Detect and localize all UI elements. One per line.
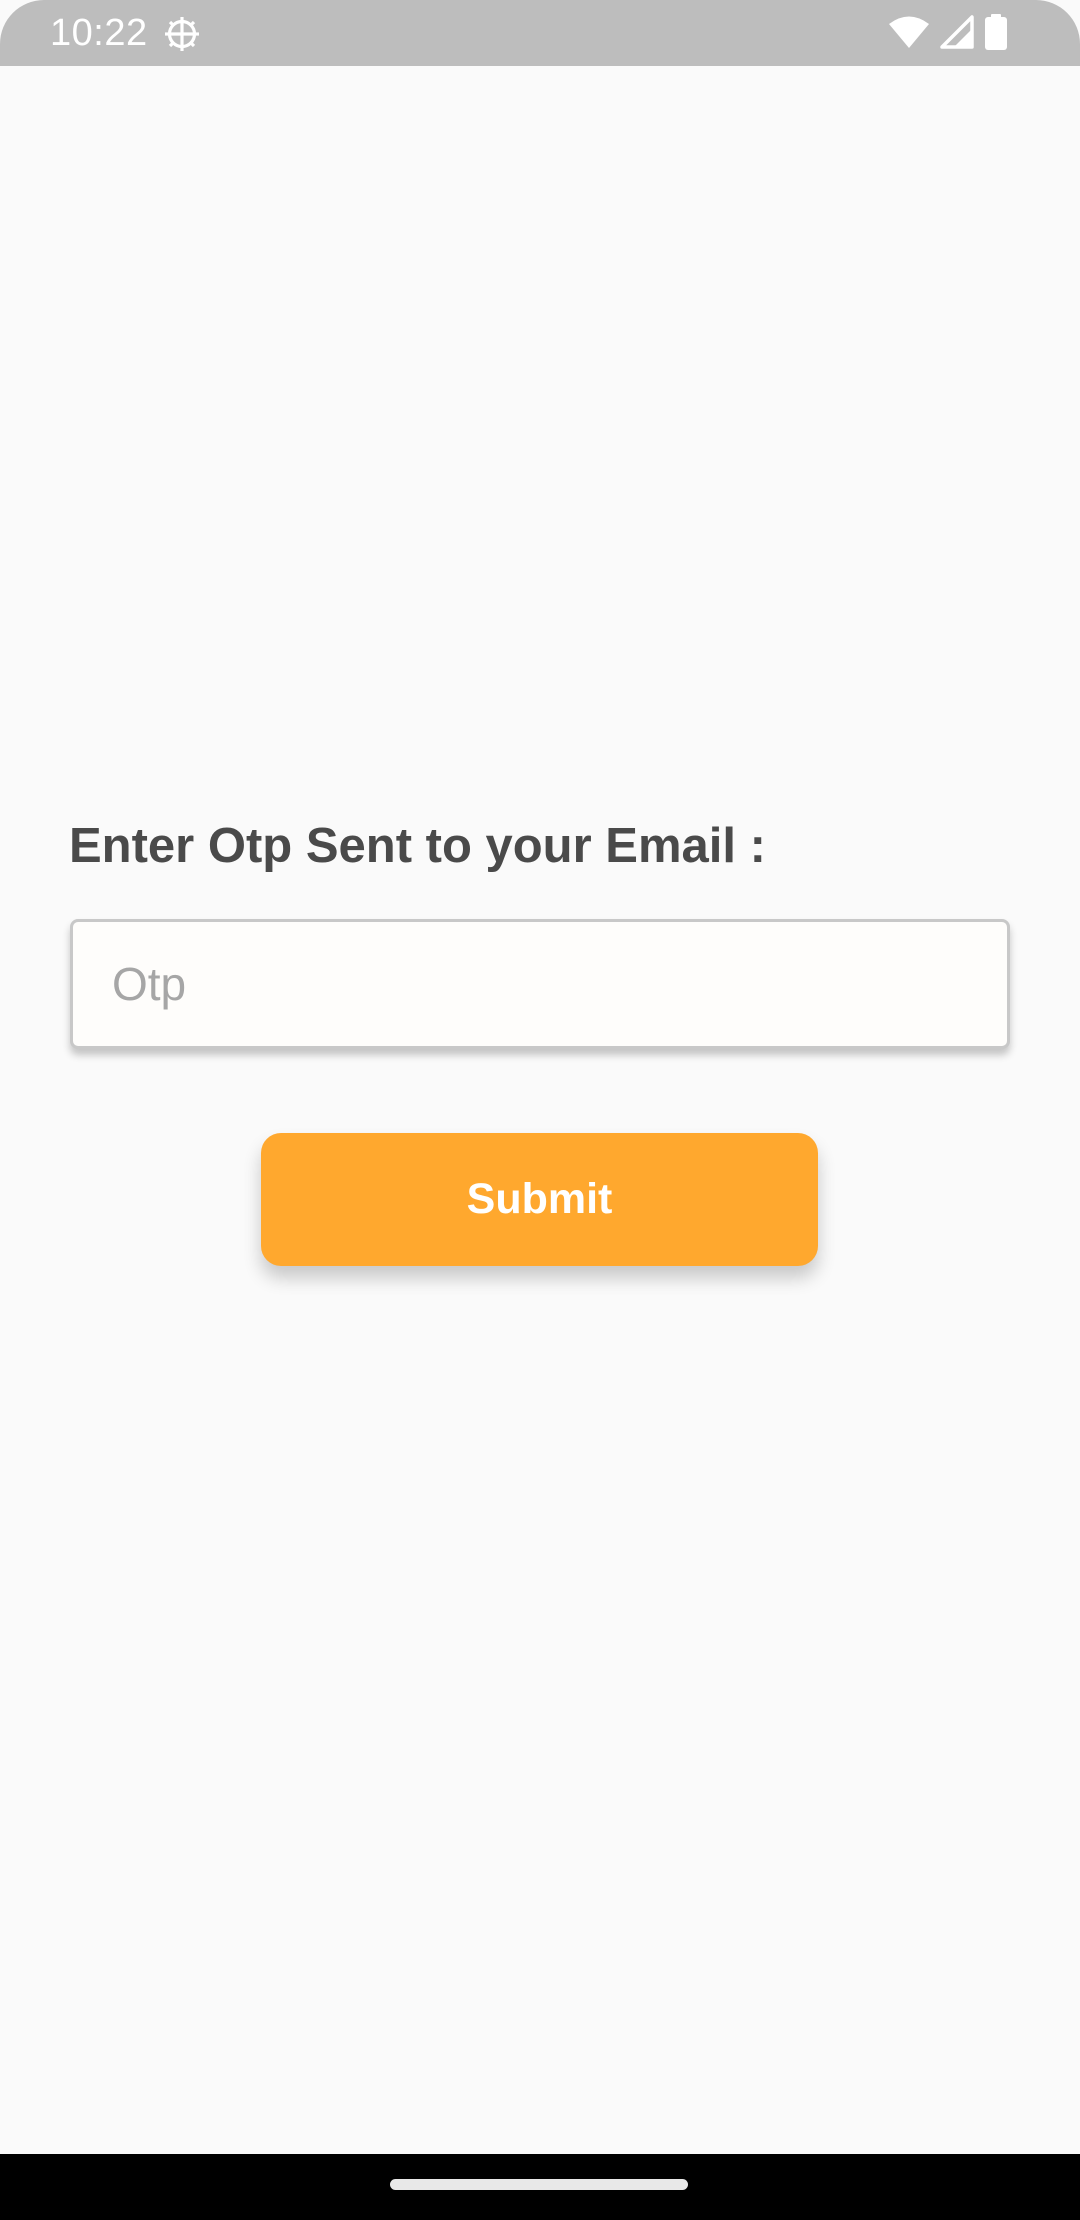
battery-icon — [984, 13, 1008, 55]
otp-prompt-label: Enter Otp Sent to your Email : — [69, 819, 766, 873]
navigation-bar — [0, 2154, 1080, 2220]
settings-gear-icon — [162, 14, 202, 54]
cellular-signal-icon — [940, 14, 974, 54]
submit-button[interactable]: Submit — [261, 1133, 818, 1266]
otp-screen — [0, 66, 1080, 2154]
status-icons — [888, 13, 1008, 55]
home-gesture-handle[interactable] — [390, 2179, 688, 2190]
status-bar: 10:22 — [0, 0, 1080, 66]
status-time: 10:22 — [50, 12, 148, 54]
otp-input[interactable] — [70, 919, 1010, 1049]
wifi-icon — [888, 15, 930, 54]
